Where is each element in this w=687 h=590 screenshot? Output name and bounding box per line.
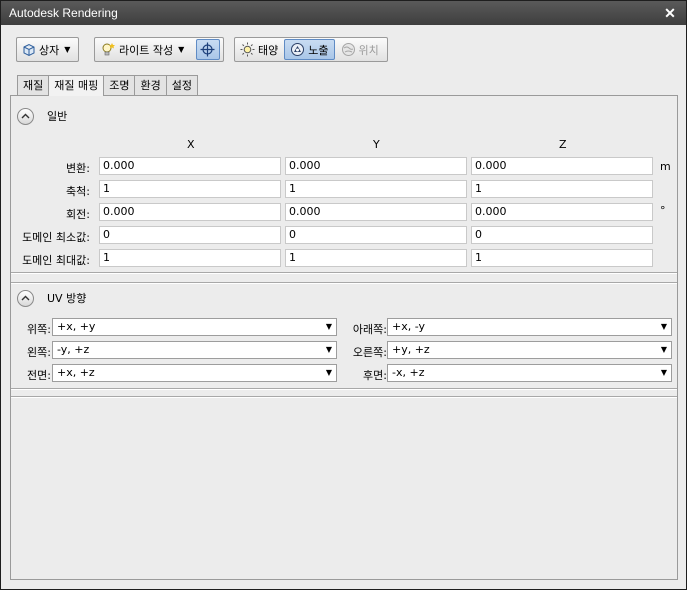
uv-bottom-select[interactable]: +x, -y ▼ (387, 318, 672, 336)
sun-exposure-group: 태양 노출 위치 (234, 37, 388, 62)
tab-environment[interactable]: 환경 (134, 75, 167, 95)
chevron-down-icon: ▼ (660, 368, 667, 377)
translate-y-input[interactable]: 0.000 (285, 157, 467, 175)
chevron-down-icon: ▼ (325, 345, 332, 354)
section-divider (11, 388, 677, 390)
uv-right-select[interactable]: +y, +z ▼ (387, 341, 672, 359)
sun-label: 태양 (258, 43, 279, 57)
exposure-button[interactable]: 노출 (284, 39, 335, 60)
uv-back-label: 후면: (363, 369, 387, 382)
crosshair-icon (200, 42, 215, 57)
chevron-down-icon: ▼ (64, 45, 71, 54)
translate-unit: m (660, 160, 671, 173)
domain-max-z-input[interactable]: 1 (471, 249, 653, 267)
light-group: 라이트 작성 ▼ (94, 37, 224, 62)
rotate-label: 회전: (66, 208, 90, 221)
uv-right-label: 오른쪽: (352, 346, 387, 359)
domain-min-x-input[interactable]: 0 (99, 226, 281, 244)
chevron-down-icon: ▼ (325, 322, 332, 331)
window-title: Autodesk Rendering (9, 6, 118, 20)
chevron-down-icon: ▼ (660, 322, 667, 331)
uv-front-value: +x, +z (57, 366, 95, 379)
collapse-icon[interactable] (17, 107, 34, 125)
toolbar: 상자 ▼ 라이트 작성 ▼ 태양 노출 위치 (1, 25, 686, 71)
box-mapping-button[interactable]: 상자 ▼ (17, 39, 75, 60)
sun-button[interactable]: 태양 (235, 39, 283, 60)
domain-max-y-input[interactable]: 1 (285, 249, 467, 267)
tab-lighting[interactable]: 조명 (103, 75, 136, 95)
tab-settings[interactable]: 설정 (165, 75, 198, 95)
scale-y-input[interactable]: 1 (285, 180, 467, 198)
domain-max-label: 도메인 최대값: (22, 254, 90, 267)
rotate-y-input[interactable]: 0.000 (285, 203, 467, 221)
general-section-header[interactable]: 일반 (17, 107, 67, 125)
scale-x-input[interactable]: 1 (99, 180, 281, 198)
uv-top-value: +x, +y (57, 320, 96, 333)
uv-front-select[interactable]: +x, +z ▼ (52, 364, 337, 382)
uv-left-select[interactable]: -y, +z ▼ (52, 341, 337, 359)
location-label: 위치 (358, 43, 379, 57)
column-header-y: Y (373, 138, 380, 151)
section-divider (11, 396, 677, 398)
domain-max-x-input[interactable]: 1 (99, 249, 281, 267)
general-section-title: 일반 (47, 110, 68, 123)
scale-label: 축척: (66, 185, 90, 198)
section-divider (11, 282, 677, 284)
translate-label: 변환: (66, 162, 90, 175)
rotate-unit: ° (660, 204, 666, 217)
uv-section-title: UV 방향 (47, 292, 87, 305)
uv-bottom-value: +x, -y (392, 320, 426, 333)
light-target-button[interactable] (196, 39, 220, 60)
uv-back-select[interactable]: -x, +z ▼ (387, 364, 672, 382)
cube-icon (22, 43, 36, 57)
autodesk-rendering-window: Autodesk Rendering ✕ 상자 ▼ 라이트 작성 ▼ 태양 노출… (0, 0, 687, 590)
rotate-x-input[interactable]: 0.000 (99, 203, 281, 221)
column-header-z: Z (559, 138, 567, 151)
exposure-icon (290, 42, 305, 57)
chevron-down-icon: ▼ (178, 45, 185, 54)
uv-bottom-label: 아래쪽: (352, 323, 387, 336)
box-mapping-label: 상자 (39, 43, 60, 57)
exposure-label: 노출 (308, 43, 329, 57)
column-header-x: X (187, 138, 195, 151)
uv-left-value: -y, +z (57, 343, 90, 356)
create-light-label: 라이트 작성 (119, 43, 174, 57)
tab-material[interactable]: 재질 (17, 75, 50, 95)
uv-section-header[interactable]: UV 방향 (17, 289, 86, 307)
location-button[interactable]: 위치 (336, 39, 384, 60)
domain-min-label: 도메인 최소값: (22, 231, 90, 244)
close-icon[interactable]: ✕ (662, 5, 678, 21)
light-bulb-icon (100, 42, 116, 58)
tab-bar: 재질 재질 매핑 조명 환경 설정 (17, 75, 198, 96)
uv-front-label: 전면: (27, 369, 51, 382)
collapse-icon[interactable] (17, 289, 34, 307)
rotate-z-input[interactable]: 0.000 (471, 203, 653, 221)
tab-material-mapping[interactable]: 재질 매핑 (48, 75, 105, 96)
sun-icon (240, 42, 255, 57)
section-divider (11, 272, 677, 274)
chevron-down-icon: ▼ (325, 368, 332, 377)
uv-right-value: +y, +z (392, 343, 430, 356)
box-mapping-group: 상자 ▼ (16, 37, 79, 62)
uv-top-label: 위쪽: (27, 323, 51, 336)
globe-icon (341, 42, 356, 57)
uv-back-value: -x, +z (392, 366, 425, 379)
translate-x-input[interactable]: 0.000 (99, 157, 281, 175)
create-light-button[interactable]: 라이트 작성 ▼ (95, 39, 195, 60)
chevron-down-icon: ▼ (660, 345, 667, 354)
uv-top-select[interactable]: +x, +y ▼ (52, 318, 337, 336)
title-bar: Autodesk Rendering ✕ (1, 1, 686, 25)
domain-min-z-input[interactable]: 0 (471, 226, 653, 244)
domain-min-y-input[interactable]: 0 (285, 226, 467, 244)
uv-left-label: 왼쪽: (27, 346, 51, 359)
scale-z-input[interactable]: 1 (471, 180, 653, 198)
translate-z-input[interactable]: 0.000 (471, 157, 653, 175)
material-mapping-panel: 일반 X Y Z 변환: 0.000 0.000 0.000 m 축척: 1 1… (10, 95, 678, 580)
